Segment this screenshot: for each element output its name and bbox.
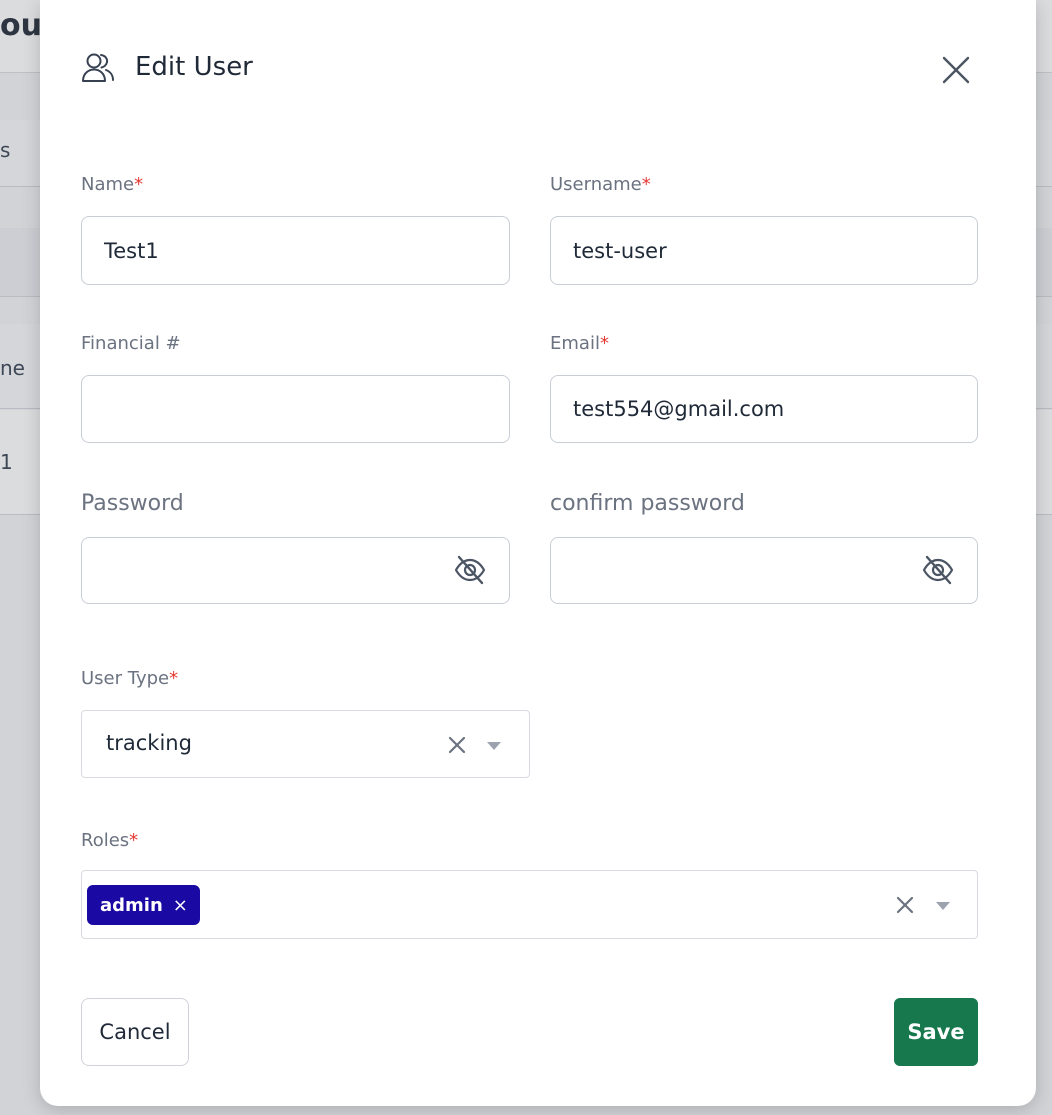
user-type-label: User Type*: [81, 668, 179, 689]
username-input[interactable]: [550, 216, 978, 285]
cancel-button[interactable]: Cancel: [81, 998, 189, 1066]
name-label: Name*: [81, 174, 144, 195]
edit-user-modal: Edit User Name* Username* Financial # Em…: [40, 0, 1036, 1106]
modal-title: Edit User: [135, 52, 253, 82]
financial-input[interactable]: [81, 375, 510, 443]
roles-select[interactable]: admin ×: [81, 870, 978, 939]
clear-icon[interactable]: [894, 894, 916, 916]
confirm-password-input[interactable]: [550, 537, 978, 604]
save-button[interactable]: Save: [894, 998, 978, 1066]
clear-icon[interactable]: [446, 734, 468, 756]
users-icon: [82, 53, 114, 82]
password-input[interactable]: [81, 537, 510, 604]
user-type-select[interactable]: tracking: [81, 710, 530, 778]
chip-remove-icon[interactable]: ×: [173, 895, 188, 916]
financial-label: Financial #: [81, 333, 181, 354]
role-chip: admin ×: [87, 885, 200, 925]
chevron-down-icon[interactable]: [487, 742, 501, 750]
email-label: Email*: [550, 333, 609, 354]
confirm-password-label: confirm password: [550, 491, 745, 516]
user-type-selected: tracking: [106, 731, 192, 755]
close-icon[interactable]: [936, 50, 976, 90]
password-label: Password: [81, 491, 184, 516]
modal-header: Edit User: [40, 0, 1036, 140]
roles-label: Roles*: [81, 830, 139, 851]
username-label: Username*: [550, 174, 651, 195]
chevron-down-icon[interactable]: [936, 902, 950, 910]
role-chip-label: admin: [100, 894, 163, 916]
eye-off-icon[interactable]: [452, 552, 488, 588]
eye-off-icon[interactable]: [920, 552, 956, 588]
name-input[interactable]: [81, 216, 510, 285]
email-input[interactable]: [550, 375, 978, 443]
